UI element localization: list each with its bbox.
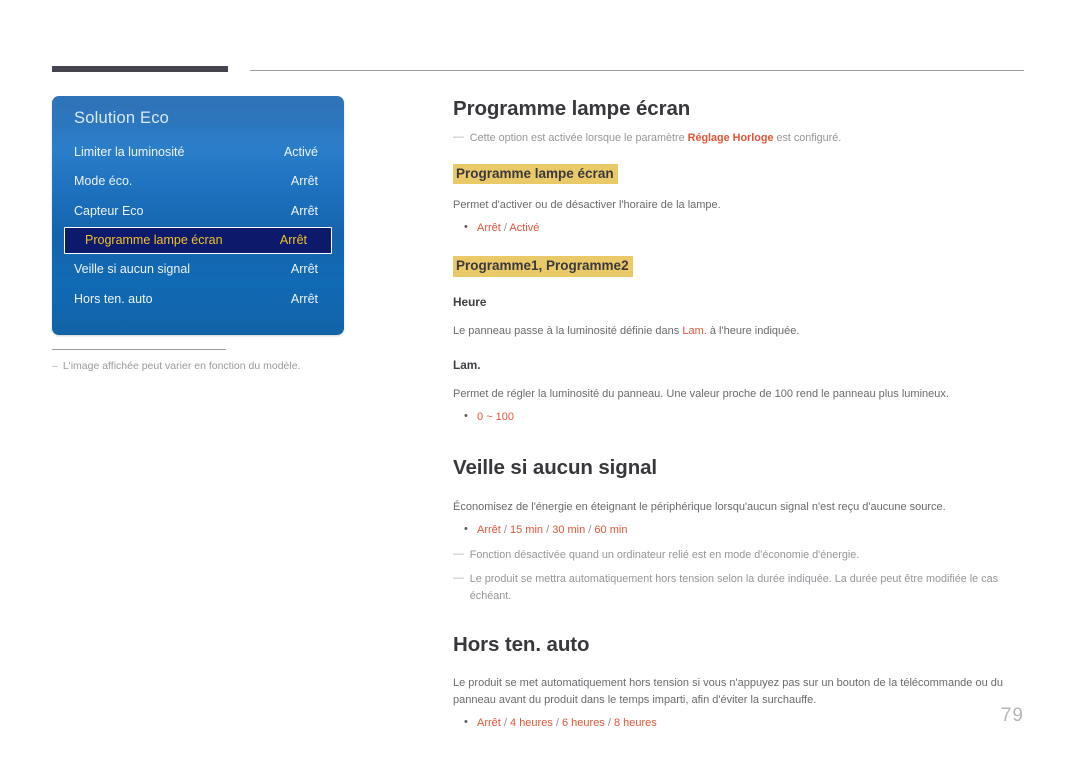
page-root: { "header": { "accent_color": "#46454f",… (0, 0, 1080, 763)
footnote-dash-icon: – (52, 360, 58, 372)
note-suffix: est configuré. (773, 131, 842, 144)
subsection-title-programme1-programme2: Programme1, Programme2 (453, 256, 633, 277)
options-list-veille-si-aucun-signal: Arrêt / 15 min / 30 min / 60 min (453, 521, 1026, 540)
osd-panel-title: Solution Eco (74, 109, 170, 127)
osd-panel: Solution Eco Limiter la luminosité Activ… (52, 96, 344, 335)
section1-note: — Cette option est activée lorsque le pa… (453, 130, 1026, 146)
note-prefix: Cette option est activée lorsque le para… (469, 131, 688, 144)
section2-note-1: — Fonction désactivée quand un ordinateu… (453, 547, 1026, 563)
section2-body: Économisez de l'énergie en éteignant le … (453, 500, 946, 513)
option-value: 60 min (594, 523, 628, 536)
page-number: 79 (1000, 705, 1024, 726)
subsection-title-lam: Lam. (453, 357, 481, 372)
section2-note-2-text: Le produit se mettra automatiquement hor… (469, 573, 998, 602)
osd-menu-item-veille-si-aucun-signal[interactable]: Veille si aucun signal Arrêt (52, 255, 344, 285)
subsection-body-lam: Permet de régler la luminosité du pannea… (453, 388, 949, 401)
osd-item-value: Arrêt (279, 233, 307, 247)
osd-item-value: Arrêt (290, 262, 318, 277)
header-accent-bar (52, 66, 228, 72)
osd-menu-item-capteur-eco[interactable]: Capteur Eco Arrêt (52, 196, 344, 226)
note-dash-icon: — (453, 130, 464, 143)
note-dash-icon: — (453, 572, 464, 585)
option-value: Arrêt (477, 523, 501, 536)
osd-footnote-rule (52, 349, 226, 350)
osd-menu-item-limiter-la-luminosite[interactable]: Limiter la luminosité Activé (52, 137, 344, 167)
osd-item-label: Capteur Eco (74, 203, 144, 218)
section2-note-2: — Le produit se mettra automatiquement h… (453, 571, 1026, 603)
subsection-body-heure: Le panneau passe à la luminosité définie… (453, 323, 1026, 340)
osd-item-label: Hors ten. auto (74, 291, 153, 306)
osd-item-label: Veille si aucun signal (74, 262, 191, 277)
section-title-veille-si-aucun-signal: Veille si aucun signal (453, 455, 658, 479)
osd-figure: Solution Eco Limiter la luminosité Activ… (52, 96, 344, 373)
osd-menu-list: Limiter la luminosité Activé Mode éco. A… (52, 137, 344, 314)
option-separator: / (543, 523, 553, 536)
osd-item-value: Activé (283, 144, 318, 159)
subsection-title-heure: Heure (453, 294, 487, 309)
body-highlight-lam: Lam. (682, 324, 707, 337)
osd-item-value: Arrêt (290, 203, 318, 218)
osd-item-value: Arrêt (290, 291, 318, 306)
osd-item-label: Limiter la luminosité (74, 144, 185, 159)
option-value: Activé (509, 222, 540, 235)
osd-menu-item-mode-eco[interactable]: Mode éco. Arrêt (52, 167, 344, 197)
osd-menu-item-hors-ten-auto[interactable]: Hors ten. auto Arrêt (52, 284, 344, 314)
list-item: Arrêt / 15 min / 30 min / 60 min (453, 521, 1026, 540)
section2-note-1-text: Fonction désactivée quand un ordinateur … (469, 549, 860, 562)
note-dash-icon: — (453, 548, 464, 561)
option-value: Arrêt (477, 222, 501, 235)
option-separator: / (500, 523, 511, 536)
section1-note-text: Cette option est activée lorsque le para… (470, 130, 841, 146)
body-suffix: à l'heure indiquée. (706, 324, 800, 337)
option-value: 30 min (552, 523, 586, 536)
content-column: Programme lampe écran — Cette option est… (453, 96, 1026, 733)
osd-item-label: Programme lampe écran (85, 233, 223, 247)
body-prefix: Le panneau passe à la luminosité définie… (453, 324, 683, 337)
header-divider-rule (250, 70, 1024, 71)
list-item: 0 ~ 100 (453, 408, 1026, 427)
page-header (0, 0, 1080, 80)
option-value: 0 ~ 100 (477, 411, 515, 424)
section-title-programme-lampe-ecran: Programme lampe écran (453, 97, 691, 120)
osd-footnote-text: L'image affichée peut varier en fonction… (62, 360, 301, 372)
subsection-title-programme-lampe-ecran: Programme lampe écran (453, 163, 618, 185)
osd-item-value: Arrêt (290, 174, 318, 189)
osd-footnote: – L'image affichée peut varier en foncti… (52, 359, 344, 373)
subsection-body-programme-lampe-ecran: Permet d'activer ou de désactiver l'hora… (453, 199, 721, 212)
note-highlight-reglage-horloge: Réglage Horloge (687, 131, 774, 144)
options-list-lam: 0 ~ 100 (453, 408, 1026, 427)
list-item: Arrêt / Activé (453, 219, 1026, 238)
osd-menu-item-programme-lampe-ecran[interactable]: Programme lampe écran Arrêt (64, 226, 332, 254)
option-value: 15 min (510, 523, 544, 536)
section-title-hors-ten-auto: Hors ten. auto (453, 632, 590, 656)
osd-item-label: Mode éco. (74, 174, 133, 189)
options-list-programme-lampe-ecran: Arrêt / Activé (453, 219, 1026, 238)
